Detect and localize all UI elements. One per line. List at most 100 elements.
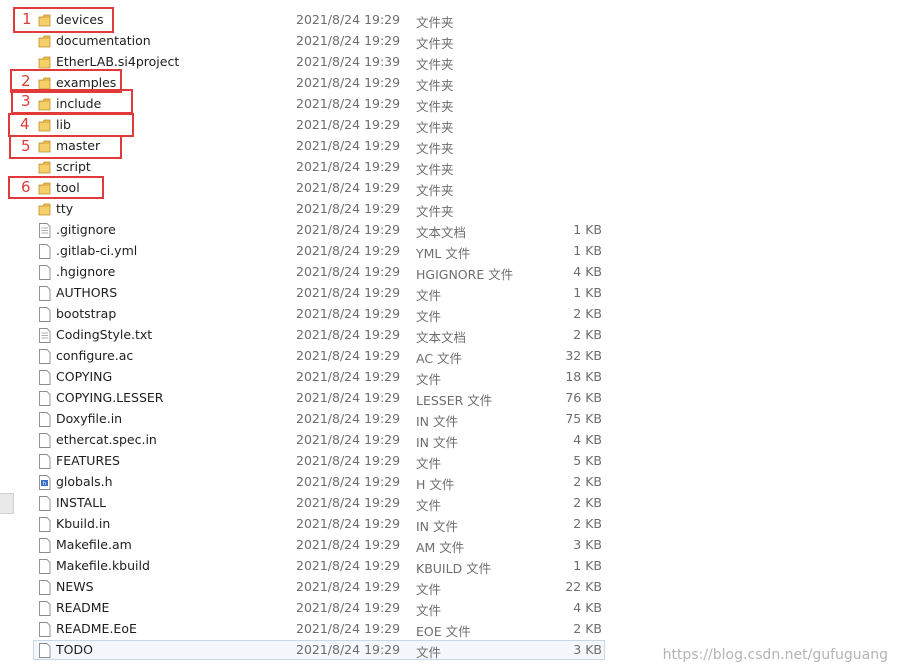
file-date: 2021/8/24 19:29: [296, 432, 401, 447]
file-date: 2021/8/24 19:29: [296, 453, 401, 468]
file-name: Doxyfile.in: [56, 411, 123, 426]
file-name: ethercat.spec.in: [56, 432, 157, 447]
file-name: EtherLAB.si4project: [56, 54, 180, 69]
file-size: 2 KB: [573, 306, 602, 321]
file-name: README.EoE: [56, 621, 137, 636]
file-size: 2 KB: [573, 495, 602, 510]
file-row[interactable]: FEATURES 2021/8/24 19:29 文件 5 KB: [0, 451, 897, 472]
file-row[interactable]: Makefile.kbuild 2021/8/24 19:29 KBUILD 文件 1…: [0, 556, 897, 577]
file-row[interactable]: script 2021/8/24 19:29 文件夹: [0, 157, 897, 178]
file-size: 3 KB: [573, 537, 602, 552]
file-name: .gitignore: [56, 222, 116, 237]
file-row[interactable]: devices 2021/8/24 19:29 文件夹: [0, 10, 897, 31]
file-size: 22 KB: [565, 579, 602, 594]
folder-icon: [38, 55, 51, 70]
file-date: 2021/8/24 19:29: [296, 600, 401, 615]
file-size: 4 KB: [573, 600, 602, 615]
file-icon: [38, 370, 51, 385]
scrollbar-edge[interactable]: [0, 493, 14, 514]
file-icon: [38, 496, 51, 511]
file-type: 文件: [416, 603, 442, 618]
file-row[interactable]: COPYING 2021/8/24 19:29 文件 18 KB: [0, 367, 897, 388]
file-type: 文件夹: [416, 162, 454, 177]
file-type: LESSER 文件: [416, 393, 493, 408]
watermark: https://blog.csdn.net/gufuguang: [662, 647, 888, 663]
file-date: 2021/8/24 19:29: [296, 369, 401, 384]
folder-icon: [38, 160, 51, 175]
file-row[interactable]: examples 2021/8/24 19:29 文件夹: [0, 73, 897, 94]
file-icon: [38, 412, 51, 427]
file-date: 2021/8/24 19:29: [296, 579, 401, 594]
file-icon: [38, 601, 51, 616]
file-row[interactable]: master 2021/8/24 19:29 文件夹: [0, 136, 897, 157]
file-size: 75 KB: [565, 411, 602, 426]
file-name: COPYING.LESSER: [56, 390, 164, 405]
file-row[interactable]: .hgignore 2021/8/24 19:29 HGIGNORE 文件 4 KB: [0, 262, 897, 283]
file-type: HGIGNORE 文件: [416, 267, 514, 282]
file-name: configure.ac: [56, 348, 134, 363]
text-file-icon: [38, 328, 51, 343]
file-date: 2021/8/24 19:29: [296, 264, 401, 279]
file-date: 2021/8/24 19:29: [296, 474, 401, 489]
file-type: 文件夹: [416, 99, 454, 114]
file-date: 2021/8/24 19:29: [296, 159, 401, 174]
file-row[interactable]: AUTHORS 2021/8/24 19:29 文件 1 KB: [0, 283, 897, 304]
file-type: 文本文档: [416, 330, 467, 345]
file-date: 2021/8/24 19:29: [296, 348, 401, 363]
file-row[interactable]: lib 2021/8/24 19:29 文件夹: [0, 115, 897, 136]
file-icon: [38, 559, 51, 574]
file-row[interactable]: Kbuild.in 2021/8/24 19:29 IN 文件 2 KB: [0, 514, 897, 535]
file-row[interactable]: tool 2021/8/24 19:29 文件夹: [0, 178, 897, 199]
file-row[interactable]: include 2021/8/24 19:29 文件夹: [0, 94, 897, 115]
svg-text:h: h: [43, 481, 46, 487]
file-type: 文件夹: [416, 78, 454, 93]
file-date: 2021/8/24 19:29: [296, 327, 401, 342]
file-size: 1 KB: [573, 243, 602, 258]
file-row[interactable]: h globals.h 2021/8/24 19:29 H 文件 2 KB: [0, 472, 897, 493]
file-date: 2021/8/24 19:29: [296, 96, 401, 111]
file-row[interactable]: Makefile.am 2021/8/24 19:29 AM 文件 3 KB: [0, 535, 897, 556]
file-name: COPYING: [56, 369, 113, 384]
file-row[interactable]: configure.ac 2021/8/24 19:29 AC 文件 32 KB: [0, 346, 897, 367]
file-date: 2021/8/24 19:29: [296, 180, 401, 195]
file-row[interactable]: .gitlab-ci.yml 2021/8/24 19:29 YML 文件 1 KB: [0, 241, 897, 262]
file-type: 文件: [416, 372, 442, 387]
file-type: 文件夹: [416, 204, 454, 219]
file-row[interactable]: README 2021/8/24 19:29 文件 4 KB: [0, 598, 897, 619]
file-type: 文件夹: [416, 183, 454, 198]
file-date: 2021/8/24 19:29: [296, 621, 401, 636]
file-date: 2021/8/24 19:29: [296, 537, 401, 552]
file-size: 5 KB: [573, 453, 602, 468]
file-date: 2021/8/24 19:29: [296, 285, 401, 300]
file-date: 2021/8/24 19:29: [296, 306, 401, 321]
file-name: documentation: [56, 33, 151, 48]
file-date: 2021/8/24 19:29: [296, 243, 401, 258]
file-size: 18 KB: [565, 369, 602, 384]
file-name: INSTALL: [56, 495, 107, 510]
file-row[interactable]: .gitignore 2021/8/24 19:29 文本文档 1 KB: [0, 220, 897, 241]
file-row[interactable]: bootstrap 2021/8/24 19:29 文件 2 KB: [0, 304, 897, 325]
file-size: 32 KB: [565, 348, 602, 363]
file-row[interactable]: README.EoE 2021/8/24 19:29 EOE 文件 2 KB: [0, 619, 897, 640]
file-row[interactable]: ethercat.spec.in 2021/8/24 19:29 IN 文件 4 KB: [0, 430, 897, 451]
file-row[interactable]: EtherLAB.si4project 2021/8/24 19:39 文件夹: [0, 52, 897, 73]
file-name: tty: [56, 201, 74, 216]
file-row[interactable]: COPYING.LESSER 2021/8/24 19:29 LESSER 文件 76…: [0, 388, 897, 409]
file-row[interactable]: documentation 2021/8/24 19:29 文件夹: [0, 31, 897, 52]
file-date: 2021/8/24 19:29: [296, 75, 401, 90]
file-row[interactable]: Doxyfile.in 2021/8/24 19:29 IN 文件 75 KB: [0, 409, 897, 430]
file-icon: [38, 580, 51, 595]
file-size: 4 KB: [573, 432, 602, 447]
file-row[interactable]: INSTALL 2021/8/24 19:29 文件 2 KB: [0, 493, 897, 514]
header-file-icon: h: [38, 475, 51, 490]
file-type: EOE 文件: [416, 624, 471, 639]
file-row[interactable]: CodingStyle.txt 2021/8/24 19:29 文本文档 2 KB: [0, 325, 897, 346]
file-icon: [38, 622, 51, 637]
file-type: 文件夹: [416, 36, 454, 51]
file-row[interactable]: tty 2021/8/24 19:29 文件夹: [0, 199, 897, 220]
file-icon: [38, 307, 51, 322]
text-file-icon: [38, 223, 51, 238]
file-row[interactable]: NEWS 2021/8/24 19:29 文件 22 KB: [0, 577, 897, 598]
file-name: CodingStyle.txt: [56, 327, 153, 342]
file-name: Makefile.am: [56, 537, 132, 552]
